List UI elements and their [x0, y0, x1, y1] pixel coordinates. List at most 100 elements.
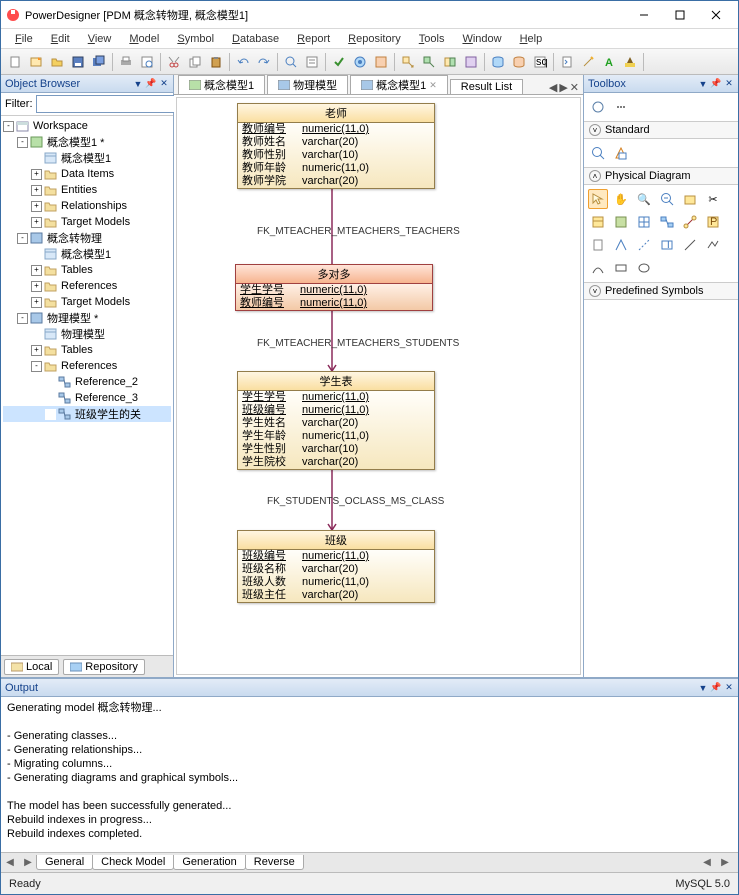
- pointer-tool-icon[interactable]: [588, 189, 608, 209]
- cut-icon[interactable]: [164, 52, 184, 72]
- doc-tab[interactable]: 物理模型: [267, 75, 348, 94]
- overflow-icon[interactable]: [647, 52, 667, 72]
- rect-icon[interactable]: [611, 258, 631, 278]
- menu-view[interactable]: View: [80, 31, 120, 47]
- print-preview-icon[interactable]: [137, 52, 157, 72]
- close-tab-icon[interactable]: ✕: [429, 80, 437, 91]
- print-icon[interactable]: [116, 52, 136, 72]
- pin-icon[interactable]: 📌: [711, 683, 721, 693]
- compare-icon[interactable]: [440, 52, 460, 72]
- tab-scroll-right-icon[interactable]: ▶: [716, 857, 734, 868]
- dropdown-icon[interactable]: ▼: [698, 683, 708, 693]
- hand-tool-icon[interactable]: ✋: [611, 189, 631, 209]
- zoom-in-icon[interactable]: [588, 143, 608, 163]
- paste-icon[interactable]: [206, 52, 226, 72]
- circle-icon[interactable]: [588, 97, 608, 117]
- arc-icon[interactable]: [588, 258, 608, 278]
- pin-icon[interactable]: 📌: [146, 79, 156, 89]
- dependency-icon[interactable]: [634, 235, 654, 255]
- tree-item[interactable]: +Relationships: [3, 198, 171, 214]
- minimize-button[interactable]: [626, 2, 662, 28]
- doc-tab[interactable]: 概念模型1: [178, 75, 265, 94]
- zoom-in-icon[interactable]: 🔍: [634, 189, 654, 209]
- tab-next-icon[interactable]: ▶: [19, 857, 37, 868]
- tab-prev-icon[interactable]: ◀: [549, 81, 557, 94]
- properties-icon[interactable]: [302, 52, 322, 72]
- tree-item[interactable]: +Tables: [3, 262, 171, 278]
- new-package-icon[interactable]: [680, 189, 700, 209]
- doc-tab[interactable]: Result List: [450, 79, 523, 94]
- tree-item[interactable]: 概念模型1: [3, 246, 171, 262]
- output-tab-general[interactable]: General: [36, 855, 93, 870]
- grid-icon[interactable]: [634, 212, 654, 232]
- menu-repository[interactable]: Repository: [340, 31, 409, 47]
- menu-window[interactable]: Window: [454, 31, 509, 47]
- impact-icon[interactable]: [350, 52, 370, 72]
- tree-item[interactable]: -物理模型 *: [3, 310, 171, 326]
- tree-item[interactable]: 物理模型: [3, 326, 171, 342]
- save-icon[interactable]: [68, 52, 88, 72]
- entity-teacher[interactable]: 老师教师编号numeric(11,0)教师姓名varchar(20)教师性别va…: [237, 103, 435, 189]
- reverse-db-icon[interactable]: [509, 52, 529, 72]
- tab-next-icon[interactable]: ▶: [559, 81, 567, 94]
- tree-item[interactable]: -References: [3, 358, 171, 374]
- menu-report[interactable]: Report: [289, 31, 338, 47]
- tab-local[interactable]: Local: [4, 659, 59, 675]
- toolbox-section-standard[interactable]: ˅Standard: [584, 121, 738, 139]
- file-icon[interactable]: [588, 235, 608, 255]
- shape-tool-icon[interactable]: [611, 143, 631, 163]
- tree-item[interactable]: Reference_3: [3, 390, 171, 406]
- check-model-icon[interactable]: [329, 52, 349, 72]
- menu-tools[interactable]: Tools: [411, 31, 453, 47]
- menu-help[interactable]: Help: [512, 31, 551, 47]
- dots-icon[interactable]: [611, 97, 631, 117]
- script-icon[interactable]: [557, 52, 577, 72]
- close-panel-icon[interactable]: ✕: [724, 683, 734, 693]
- database-icon[interactable]: [488, 52, 508, 72]
- ellipse-icon[interactable]: [634, 258, 654, 278]
- redo-icon[interactable]: [254, 52, 274, 72]
- pin-icon[interactable]: 📌: [711, 79, 721, 89]
- menu-symbol[interactable]: Symbol: [169, 31, 222, 47]
- tab-close-icon[interactable]: ✕: [570, 81, 579, 94]
- merge-icon[interactable]: [461, 52, 481, 72]
- close-panel-icon[interactable]: ✕: [159, 79, 169, 89]
- cut-icon[interactable]: ✂: [703, 189, 723, 209]
- close-button[interactable]: [698, 2, 734, 28]
- tree-item[interactable]: +Tables: [3, 342, 171, 358]
- line-icon[interactable]: [680, 235, 700, 255]
- text-icon[interactable]: A: [599, 52, 619, 72]
- dropdown-icon[interactable]: ▼: [698, 79, 708, 89]
- tree-item[interactable]: -概念模型1 *: [3, 134, 171, 150]
- find-icon[interactable]: [281, 52, 301, 72]
- tree-item[interactable]: Reference_2: [3, 374, 171, 390]
- sql-icon[interactable]: sql: [530, 52, 550, 72]
- fill-color-icon[interactable]: [620, 52, 640, 72]
- doc-tab[interactable]: 概念模型1✕: [350, 75, 448, 95]
- wand-icon[interactable]: [578, 52, 598, 72]
- procedure-icon[interactable]: P: [703, 212, 723, 232]
- filter-input[interactable]: [36, 95, 186, 113]
- toolbox-section-physical[interactable]: ˄Physical Diagram: [584, 167, 738, 185]
- undo-icon[interactable]: [233, 52, 253, 72]
- tab-prev-icon[interactable]: ◀: [1, 857, 19, 868]
- entity-student[interactable]: 学生表学生学号numeric(11,0)班级编号numeric(11,0)学生姓…: [237, 371, 435, 470]
- output-tab-check-model[interactable]: Check Model: [92, 855, 174, 870]
- extension-icon[interactable]: [371, 52, 391, 72]
- output-tab-reverse[interactable]: Reverse: [245, 855, 304, 870]
- polyline-icon[interactable]: [703, 235, 723, 255]
- tree-item[interactable]: -Workspace: [3, 118, 171, 134]
- diagram-canvas[interactable]: 老师教师编号numeric(11,0)教师姓名varchar(20)教师性别va…: [176, 97, 581, 675]
- menu-edit[interactable]: Edit: [43, 31, 78, 47]
- maximize-button[interactable]: [662, 2, 698, 28]
- object-browser-tree[interactable]: -Workspace-概念模型1 *概念模型1+Data Items+Entit…: [1, 116, 173, 655]
- output-tab-generation[interactable]: Generation: [173, 855, 245, 870]
- tab-repository[interactable]: Repository: [63, 659, 145, 675]
- new-icon[interactable]: [5, 52, 25, 72]
- table-icon[interactable]: [588, 212, 608, 232]
- dropdown-icon[interactable]: ▼: [133, 79, 143, 89]
- new-project-icon[interactable]: [26, 52, 46, 72]
- connector-icon[interactable]: [611, 235, 631, 255]
- text-icon[interactable]: T: [657, 235, 677, 255]
- reference-icon[interactable]: [657, 212, 677, 232]
